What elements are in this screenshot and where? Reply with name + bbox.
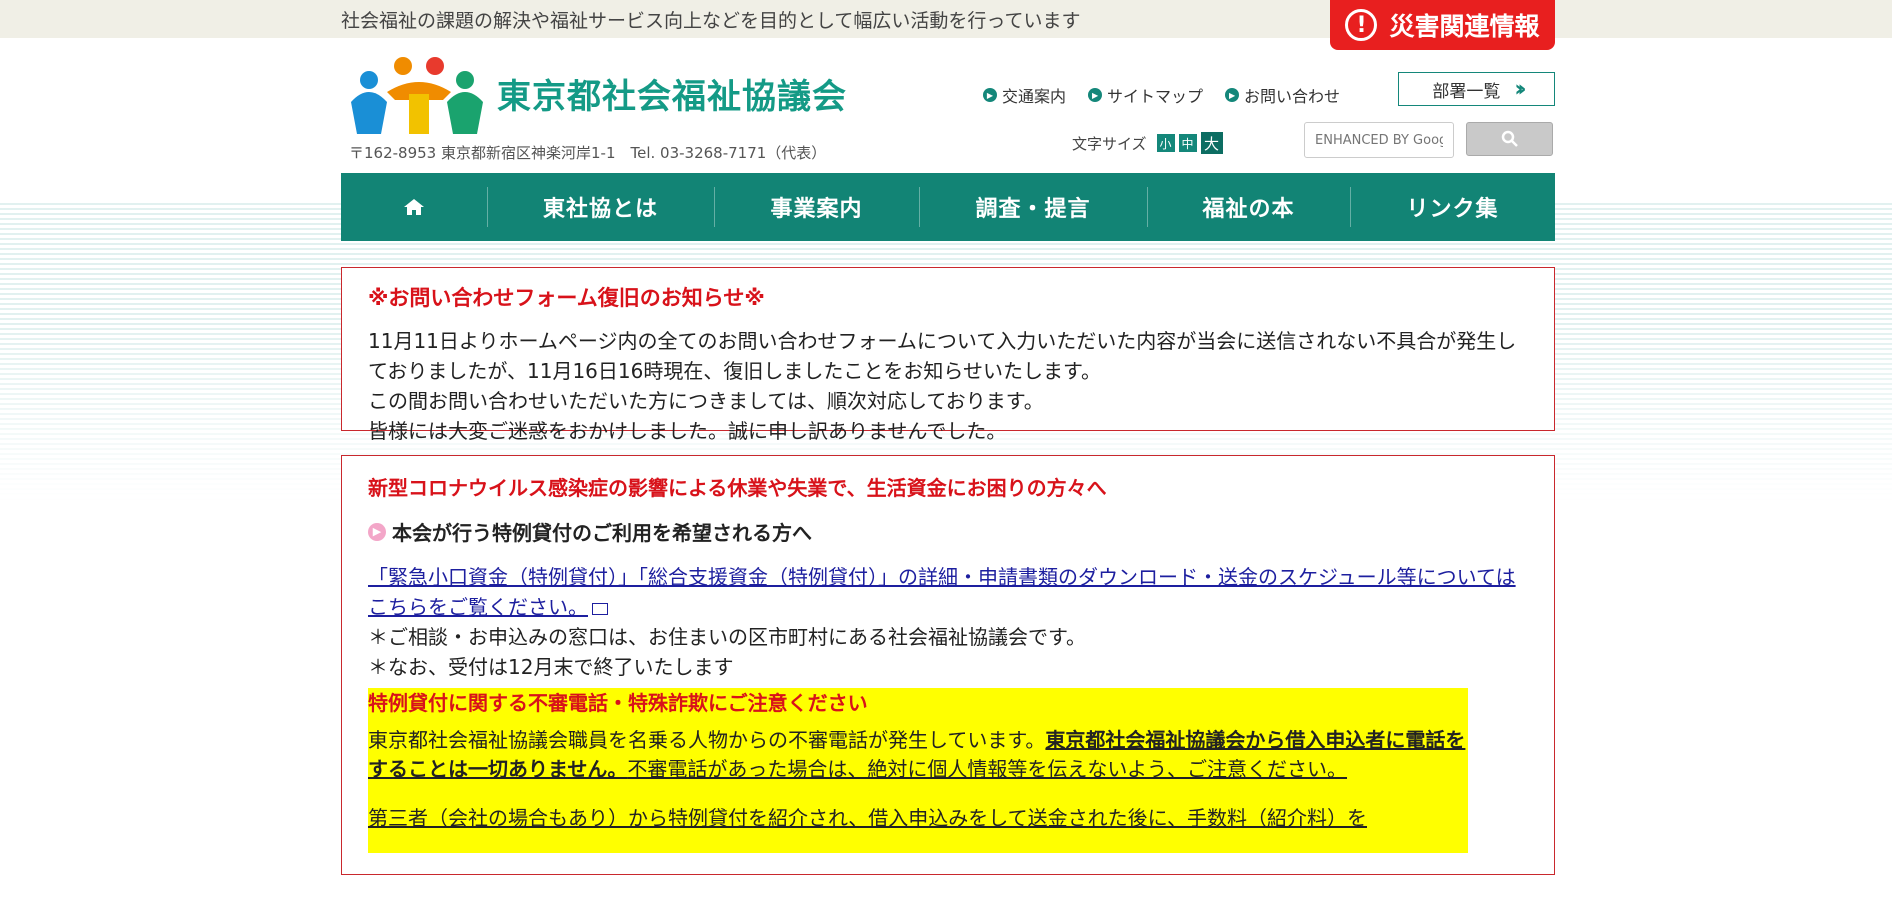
search-input[interactable] bbox=[1304, 122, 1454, 158]
font-size-small-button[interactable]: 小 bbox=[1156, 134, 1175, 152]
font-size-medium-button[interactable]: 中 bbox=[1178, 134, 1197, 152]
notice-title: ※お問い合わせフォーム復旧のお知らせ※ bbox=[368, 286, 765, 310]
top-bar: 社会福祉の課題の解決や福祉サービス向上などを目的として幅広い活動を行っています … bbox=[0, 0, 1892, 50]
covid-loan-notice: 新型コロナウイルス感染症の影響による休業や失業で、生活資金にお困りの方々へ ▶ … bbox=[341, 455, 1555, 875]
address-text: 〒162-8953 東京都新宿区神楽河岸1-1 Tel. 03-3268-717… bbox=[349, 144, 827, 162]
deadline-note: ＊なお、受付は12月末で終了いたします bbox=[368, 655, 734, 679]
header-link-sitemap[interactable]: ▶ サイトマップ bbox=[1088, 83, 1203, 107]
header-link-contact[interactable]: ▶ お問い合わせ bbox=[1225, 83, 1340, 107]
nav-research[interactable]: 調査・提言 bbox=[919, 173, 1147, 241]
double-chevron-right-icon: ›› bbox=[1514, 76, 1526, 102]
site-tagline: 社会福祉の課題の解決や福祉サービス向上などを目的として幅広い活動を行っています bbox=[341, 10, 1081, 32]
notice-text: この間お問い合わせいただいた方につきましては、順次対応しております。 bbox=[368, 389, 1044, 413]
logo-text: 東京都社会福祉協議会 bbox=[497, 76, 847, 117]
external-window-icon bbox=[592, 602, 608, 615]
site-header: 東京都社会福祉協議会 〒162-8953 東京都新宿区神楽河岸1-1 Tel. … bbox=[0, 38, 1892, 173]
fraud-warning-text-2: 第三者（会社の場合もあり）から特例貸付を紹介され、借入申込みをして送金された後に… bbox=[368, 806, 1367, 830]
arrow-right-icon: ▶ bbox=[368, 522, 386, 541]
disaster-info-button[interactable]: ! 災害関連情報 bbox=[1330, 0, 1555, 50]
nav-services[interactable]: 事業案内 bbox=[714, 173, 919, 241]
nav-books[interactable]: 福祉の本 bbox=[1147, 173, 1350, 241]
site-logo[interactable]: 東京都社会福祉協議会 bbox=[347, 52, 847, 134]
notice-text: 皆様には大変ご迷惑をおかけしました。誠に申し訳ありませんでした。 bbox=[368, 419, 1007, 443]
nav-about[interactable]: 東社協とは bbox=[487, 173, 714, 241]
fraud-warning-title: 特例貸付に関する不審電話・特殊詐欺にご注意ください bbox=[368, 691, 868, 715]
nav-home[interactable] bbox=[341, 173, 487, 241]
notice-text: 11月11日よりホームページ内の全てのお問い合わせフォームについて入力いただいた… bbox=[368, 329, 1517, 383]
search-button[interactable] bbox=[1466, 122, 1553, 156]
site-search bbox=[1304, 122, 1553, 158]
disaster-info-label: 災害関連情報 bbox=[1389, 12, 1540, 41]
consultation-note: ＊ご相談・お申込みの窓口は、お住まいの区市町村にある社会福祉協議会です。 bbox=[368, 625, 1086, 649]
fraud-warning-text: 東京都社会福祉協議会職員を名乗る人物からの不審電話が発生しています。東京都社会福… bbox=[368, 728, 1466, 781]
header-links: ▶ 交通案内 ▶ サイトマップ ▶ お問い合わせ bbox=[983, 83, 1340, 107]
search-icon bbox=[1501, 130, 1518, 147]
covid-notice-title: 新型コロナウイルス感染症の影響による休業や失業で、生活資金にお困りの方々へ bbox=[368, 476, 1107, 500]
arrow-right-icon: ▶ bbox=[1225, 88, 1240, 102]
font-size-label: 文字サイズ bbox=[1072, 134, 1147, 153]
exclamation-icon: ! bbox=[1345, 9, 1378, 41]
home-icon bbox=[404, 199, 424, 215]
form-recovery-notice: ※お問い合わせフォーム復旧のお知らせ※ 11月11日よりホームページ内の全てのお… bbox=[341, 267, 1555, 443]
loan-details-link[interactable]: 「緊急小口資金（特例貸付）」「総合支援資金（特例貸付）」の詳細・申請書類のダウン… bbox=[368, 562, 1528, 622]
loan-subheading: ▶ 本会が行う特例貸付のご利用を希望される方へ bbox=[368, 517, 1528, 546]
font-size-control: 文字サイズ 小 中 大 bbox=[1072, 132, 1223, 154]
fraud-warning-block: 特例貸付に関する不審電話・特殊詐欺にご注意ください 東京都社会福祉協議会職員を名… bbox=[368, 688, 1468, 853]
logo-mark-icon bbox=[347, 52, 487, 134]
department-list-button[interactable]: 部署一覧 ›› bbox=[1398, 72, 1555, 106]
nav-links[interactable]: リンク集 bbox=[1350, 173, 1555, 241]
font-size-large-button[interactable]: 大 bbox=[1200, 132, 1223, 154]
arrow-right-icon: ▶ bbox=[1088, 88, 1103, 102]
main-navigation: 東社協とは 事業案内 調査・提言 福祉の本 リンク集 bbox=[341, 173, 1555, 241]
arrow-right-icon: ▶ bbox=[983, 88, 997, 102]
header-link-access[interactable]: ▶ 交通案内 bbox=[983, 83, 1066, 107]
